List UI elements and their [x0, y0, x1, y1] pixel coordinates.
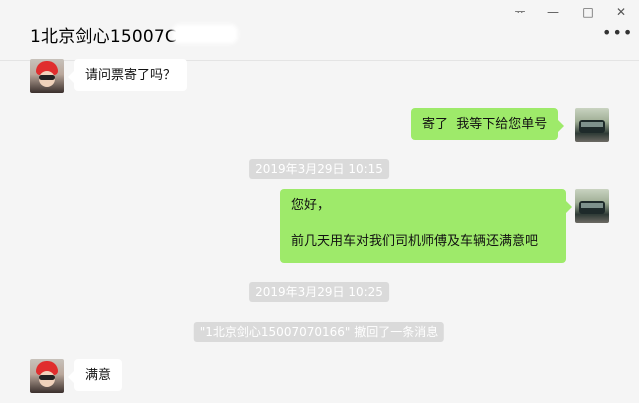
self-avatar[interactable] [575, 108, 609, 142]
close-button[interactable]: ✕ [609, 3, 633, 21]
self-avatar[interactable] [575, 189, 609, 223]
message-bubble-outgoing[interactable]: 寄了 我等下给您单号 [411, 108, 565, 140]
avatar-bus-window [581, 122, 603, 127]
recall-notice: "1北京剑心15007070166" 撤回了一条消息 [193, 322, 445, 342]
contact-avatar[interactable] [30, 59, 64, 93]
pin-icon[interactable]: ᅲ [508, 3, 532, 21]
chat-title: 1北京剑心15007С [30, 27, 177, 47]
message-bubble-incoming[interactable]: 请问票寄了吗？ [67, 59, 188, 91]
minimize-button[interactable]: — [541, 3, 565, 21]
message-timestamp: 2019年3月29日 10:15 [249, 159, 389, 179]
avatar-glasses [39, 375, 55, 380]
avatar-bus-window [581, 203, 603, 208]
message-timestamp: 2019年3月29日 10:25 [249, 282, 389, 302]
redaction-mask [172, 24, 238, 44]
contact-avatar[interactable] [30, 359, 64, 393]
maximize-button[interactable]: □ [576, 3, 600, 21]
avatar-glasses [39, 75, 55, 80]
message-list[interactable]: 请问票寄了吗？ 寄了 我等下给您单号 2019年3月29日 10:15 您好， … [0, 59, 639, 403]
chat-header: 1北京剑心15007С ᅲ — □ ✕ ••• [0, 0, 639, 61]
message-bubble-incoming[interactable]: 满意 [67, 359, 123, 391]
message-bubble-outgoing[interactable]: 您好， 前几天用车对我们司机师傅及车辆还满意吧 [280, 189, 572, 263]
more-options-icon[interactable]: ••• [602, 25, 632, 42]
